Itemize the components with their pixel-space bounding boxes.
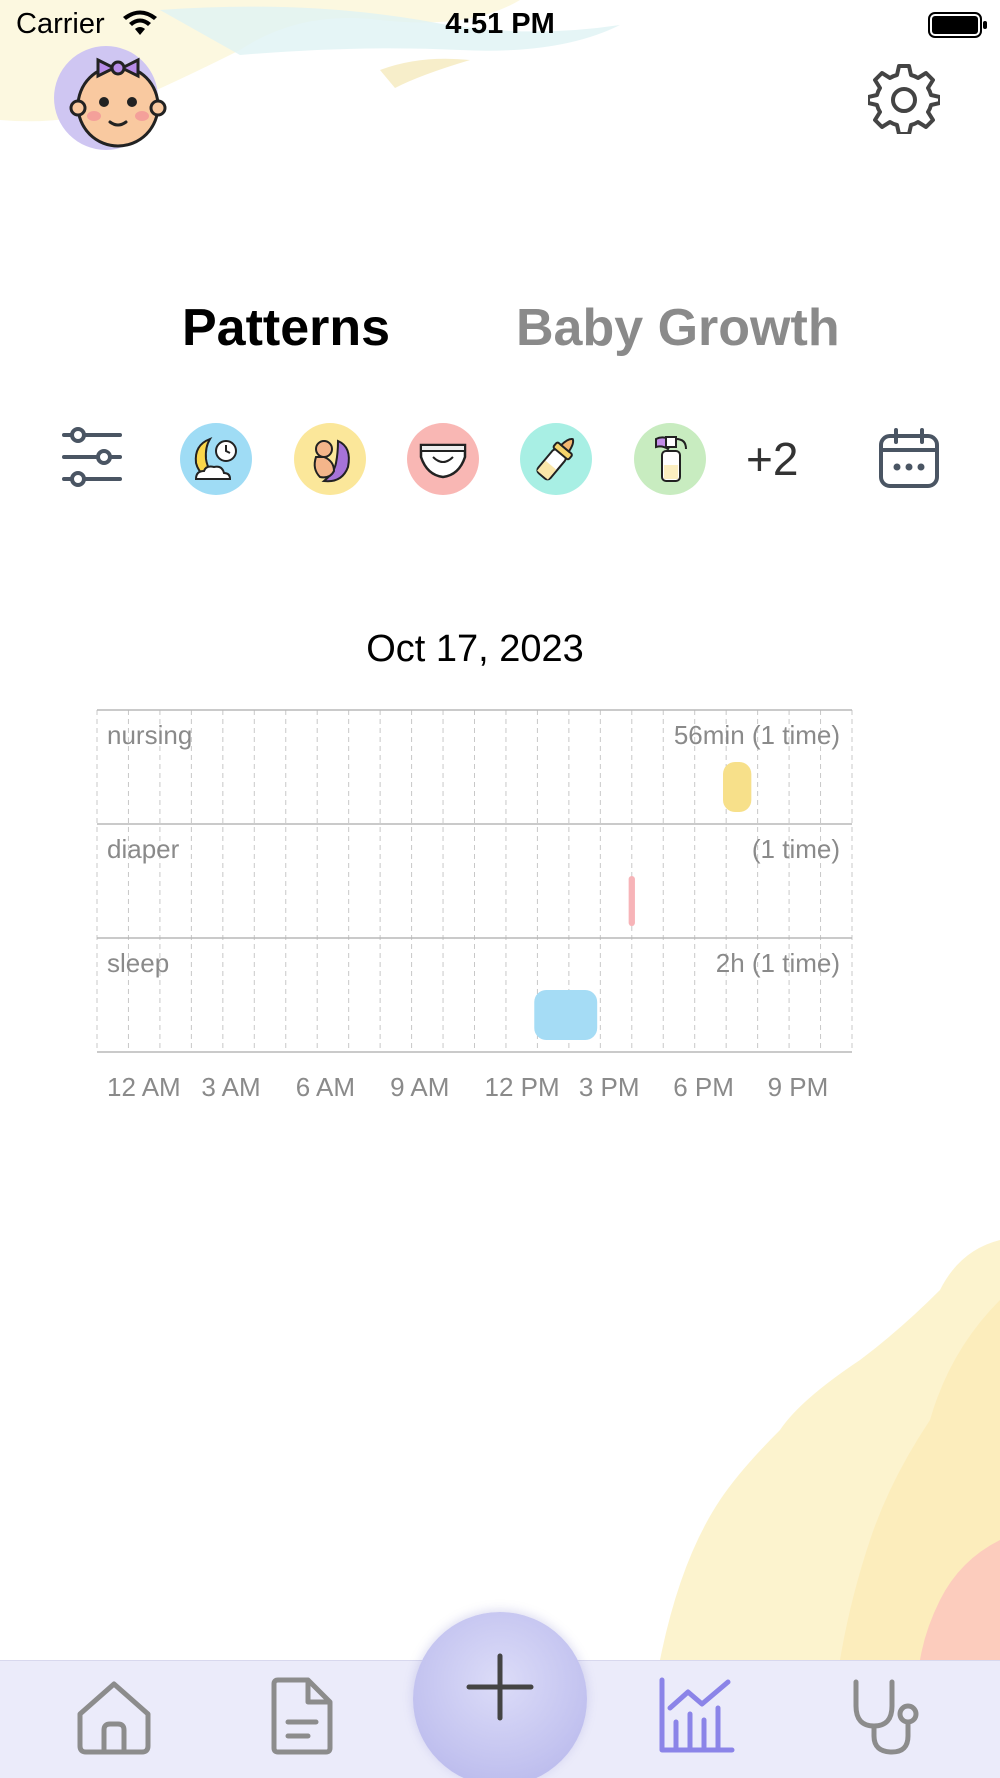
tab-baby-growth[interactable]: Baby Growth bbox=[516, 298, 840, 358]
row-label-sleep: sleep bbox=[107, 948, 169, 978]
patterns-timeline-chart: nursing 56min (1 time) diaper (1 time) sleep… bbox=[96, 709, 853, 1102]
filter-pump-button[interactable] bbox=[634, 423, 706, 495]
chart-date-title: Oct 17, 2023 bbox=[366, 628, 584, 670]
x-tick-label: 3 PM bbox=[579, 1072, 640, 1102]
tab-patterns[interactable]: Patterns bbox=[182, 298, 390, 358]
filter-bottle-button[interactable] bbox=[520, 423, 592, 495]
row-label-nursing: nursing bbox=[107, 720, 192, 750]
nursing-icon bbox=[313, 439, 350, 483]
x-tick-label: 6 PM bbox=[673, 1072, 734, 1102]
event-bar-diaper bbox=[628, 876, 635, 926]
nav-bar-chart-icon[interactable] bbox=[656, 1676, 736, 1756]
add-entry-button[interactable] bbox=[413, 1612, 587, 1778]
battery-icon bbox=[928, 12, 987, 38]
more-categories-count[interactable]: +2 bbox=[746, 432, 798, 486]
x-tick-label: 3 AM bbox=[201, 1072, 260, 1102]
nav-document-icon[interactable] bbox=[262, 1676, 342, 1756]
row-summary-diaper: (1 time) bbox=[752, 834, 840, 864]
row-summary-nursing: 56min (1 time) bbox=[674, 720, 840, 750]
row-label-diaper: diaper bbox=[107, 834, 180, 864]
gear-icon[interactable] bbox=[868, 62, 940, 134]
row-summary-sleep: 2h (1 time) bbox=[716, 948, 840, 978]
x-tick-label: 12 AM bbox=[107, 1072, 181, 1102]
x-tick-label: 9 PM bbox=[768, 1072, 829, 1102]
diaper-icon bbox=[419, 443, 467, 479]
status-time: 4:51 PM bbox=[445, 8, 555, 40]
nav-home-icon[interactable] bbox=[74, 1676, 154, 1756]
calendar-icon[interactable] bbox=[878, 428, 940, 490]
x-tick-label: 12 PM bbox=[485, 1072, 560, 1102]
plus-icon bbox=[466, 1653, 534, 1721]
moon-clock-icon bbox=[194, 437, 237, 480]
event-bar-sleep bbox=[534, 990, 598, 1040]
breast-pump-icon bbox=[655, 436, 687, 482]
baby-girl-avatar-icon[interactable] bbox=[54, 40, 174, 155]
filter-nursing-button[interactable] bbox=[294, 423, 366, 495]
filter-diaper-button[interactable] bbox=[407, 423, 479, 495]
sliders-icon[interactable] bbox=[60, 425, 124, 489]
nav-stethoscope-icon[interactable] bbox=[846, 1676, 926, 1756]
bottle-icon bbox=[536, 437, 575, 481]
event-bar-nursing bbox=[723, 762, 752, 812]
filter-sleep-button[interactable] bbox=[180, 423, 252, 495]
x-tick-label: 6 AM bbox=[296, 1072, 355, 1102]
x-tick-label: 9 AM bbox=[390, 1072, 449, 1102]
